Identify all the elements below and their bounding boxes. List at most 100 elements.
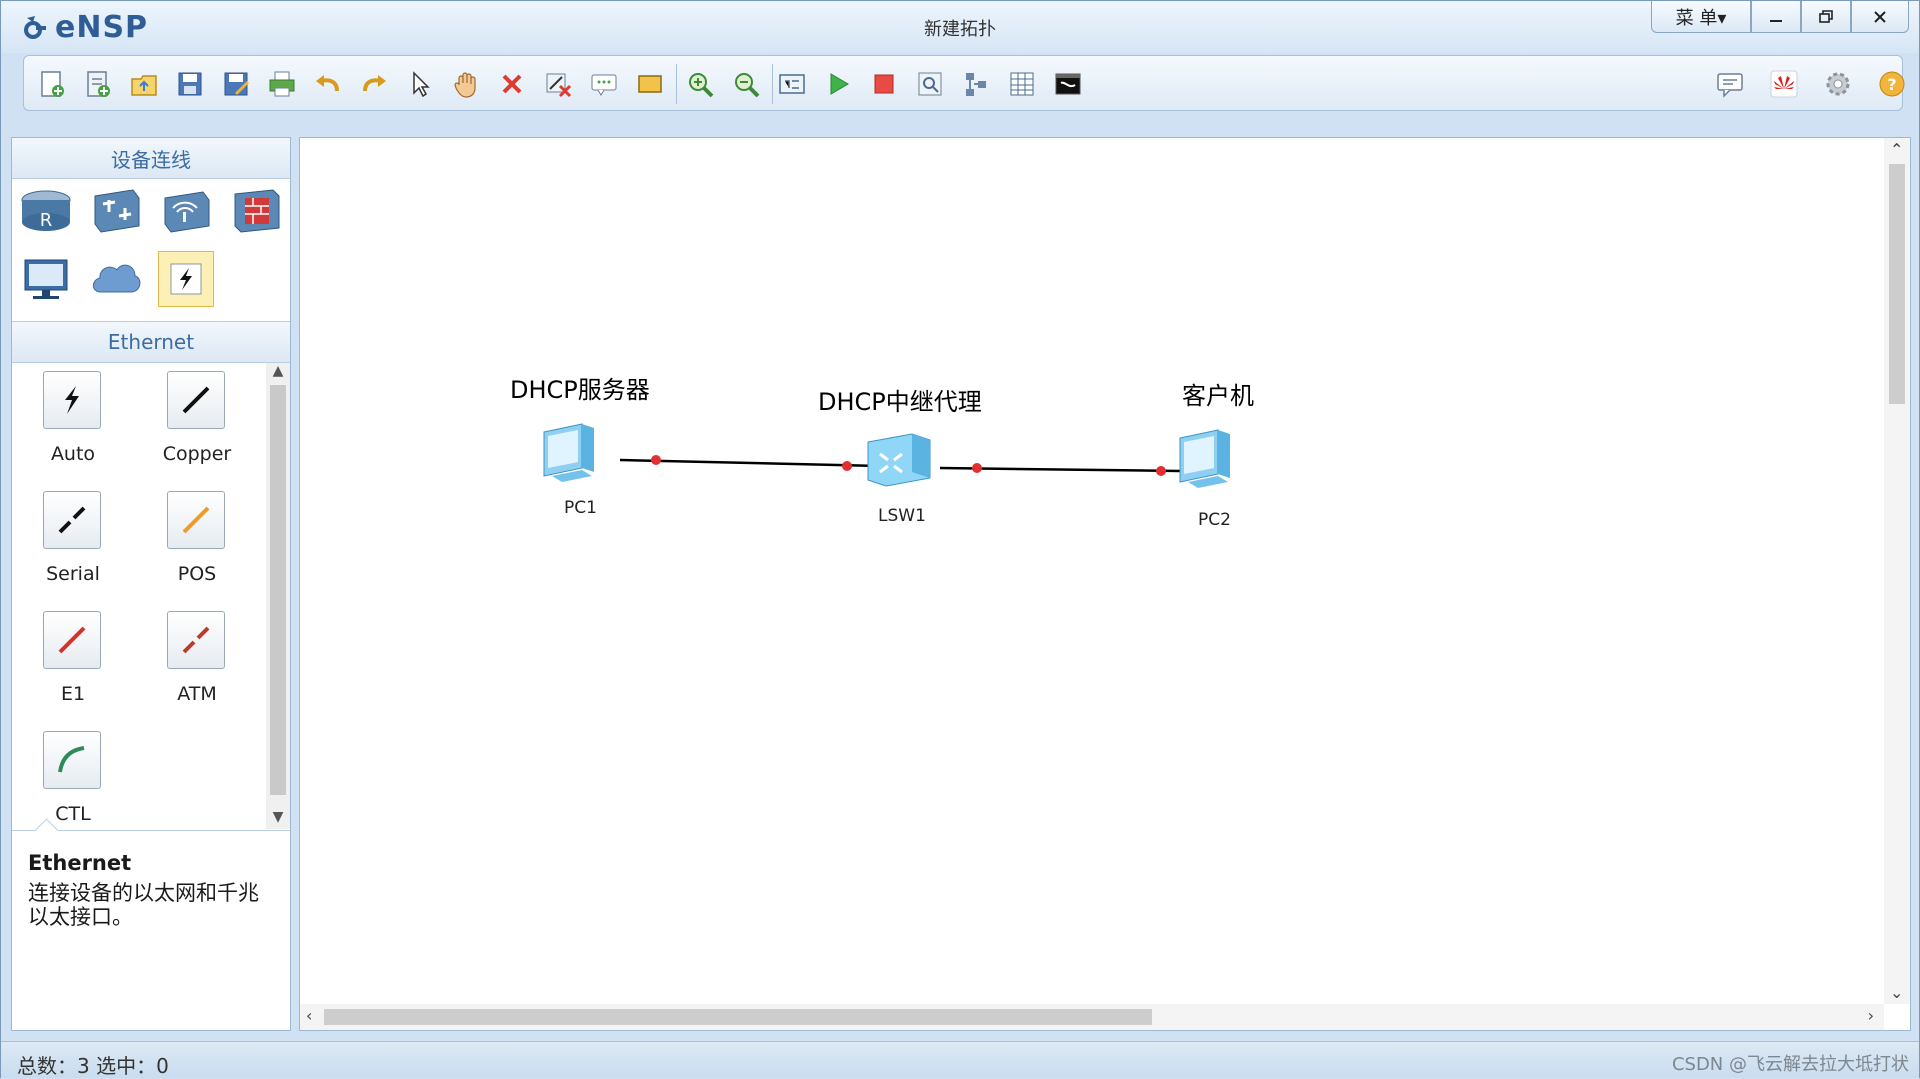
print-icon[interactable] [266,68,298,100]
cable-item-atm[interactable]: ATM [142,603,252,713]
pc1-device-icon[interactable] [543,423,594,482]
chat-icon[interactable] [1714,68,1746,100]
cable-item-pos[interactable]: POS [142,483,252,593]
restore-button[interactable] [1801,1,1851,33]
settings-icon[interactable] [1822,68,1854,100]
cable-item-ctl[interactable]: CTL [18,723,128,829]
switch-icon[interactable] [88,183,144,239]
zoom-out-icon[interactable] [730,68,762,100]
copper-cable-icon [167,371,225,429]
window-controls: 菜 单▾ [1651,1,1909,33]
rectangle-icon[interactable] [634,68,666,100]
minimize-button[interactable] [1751,1,1801,33]
close-icon [1874,10,1886,23]
topology-canvas[interactable]: DHCP服务器 PC1 DHCP中继代理 LSW1 客户机 PC2 ⌃ ⌄ ‹ … [299,137,1911,1031]
scroll-right-icon[interactable]: › [1868,1006,1874,1025]
text-note-icon[interactable] [588,68,620,100]
open-icon[interactable] [128,68,160,100]
cable-label: Copper [162,443,232,465]
description-title: Ethernet [28,851,132,875]
wireless-icon[interactable] [158,183,214,239]
minimize-icon [1770,19,1782,22]
save-as-icon[interactable] [220,68,252,100]
app-window: eNSP 新建拓扑 菜 单▾ ? 设备连线 R Ethernet Auto Co… [0,0,1920,1078]
capture-icon[interactable] [914,68,946,100]
toolbar-separator [772,64,773,104]
node-label[interactable]: DHCP中继代理 [818,382,982,417]
fit-view-icon[interactable] [776,68,808,100]
ctl-cable-icon [43,731,101,789]
terminal-icon[interactable] [1052,68,1084,100]
canvas-horizontal-scrollbar[interactable]: ‹ › [300,1004,1884,1030]
node-name[interactable]: LSW1 [878,506,926,526]
cloud-icon[interactable] [88,251,144,307]
redo-icon[interactable] [358,68,390,100]
undo-icon[interactable] [312,68,344,100]
restore-icon [1819,9,1833,23]
cable-item-auto[interactable]: Auto [18,363,128,473]
topology-icon[interactable] [960,68,992,100]
cable-label: Serial [46,563,100,585]
topology-links [543,423,1230,488]
cable-label: E1 [60,683,86,705]
node-name[interactable]: PC1 [564,498,597,518]
pan-hand-icon[interactable] [450,68,482,100]
delete-icon[interactable] [496,68,528,100]
scrollbar-thumb[interactable] [1889,164,1905,404]
status-bar: 总数：3 选中：0 CSDN @飞云解去拉大坻打状 [1,1041,1919,1078]
cable-list: Auto Copper Serial POS E1 ATM CTL ▲ ▼ [12,363,290,829]
delete-link-icon[interactable] [542,68,574,100]
section-title-devices: 设备连线 [12,138,290,179]
toolbar: ? [23,55,1905,111]
scroll-up-icon[interactable]: ⌃ [1890,140,1903,159]
scroll-up-icon[interactable]: ▲ [266,363,290,383]
device-panel: 设备连线 R Ethernet Auto Copper Serial POS E… [11,137,291,1031]
close-button[interactable] [1851,1,1909,33]
port-dot [1156,466,1166,476]
zoom-in-icon[interactable] [684,68,716,100]
svg-text:?: ? [1887,75,1896,94]
pc-icon[interactable] [18,251,74,307]
save-icon[interactable] [174,68,206,100]
scroll-left-icon[interactable]: ‹ [306,1006,312,1025]
description-box: Ethernet 连接设备的以太网和千兆以太接口。 [12,818,290,1030]
help-icon[interactable]: ? [1876,68,1908,100]
node-label[interactable]: DHCP服务器 [510,370,650,405]
cable-label: ATM [177,683,217,705]
router-icon[interactable]: R [18,183,74,239]
node-label[interactable]: 客户机 [1182,376,1254,411]
cable-item-copper[interactable]: Copper [142,363,252,473]
device-category-grid: R [12,179,290,322]
cable-icon[interactable] [158,251,214,307]
canvas-vertical-scrollbar[interactable]: ⌃ ⌄ [1884,138,1910,1004]
cable-item-e1[interactable]: E1 [18,603,128,713]
grid-icon[interactable] [1006,68,1038,100]
auto-cable-icon [43,371,101,429]
pc2-device-icon[interactable] [1179,429,1230,488]
scroll-down-icon[interactable]: ⌄ [1890,983,1903,1002]
scrollbar-thumb[interactable] [270,385,286,795]
toolbar-separator [676,64,677,104]
scrollbar-thumb[interactable] [324,1009,1152,1025]
lsw1-device-icon[interactable] [867,433,931,487]
cable-list-scrollbar[interactable]: ▲ ▼ [266,363,290,829]
scroll-down-icon[interactable]: ▼ [266,809,290,829]
watermark: CSDN @飞云解去拉大坻打状 [1671,1054,1909,1075]
menu-button[interactable]: 菜 单▾ [1651,1,1751,33]
section-title-ethernet: Ethernet [12,322,290,363]
huawei-icon[interactable] [1768,68,1800,100]
e1-cable-icon [43,611,101,669]
new-lab-icon[interactable] [82,68,114,100]
node-name[interactable]: PC2 [1198,510,1231,530]
cable-item-serial[interactable]: Serial [18,483,128,593]
start-device-icon[interactable] [822,68,854,100]
new-topology-icon[interactable] [36,68,68,100]
select-icon[interactable] [404,68,436,100]
serial-cable-icon [43,491,101,549]
pos-cable-icon [167,491,225,549]
description-body: 连接设备的以太网和千兆以太接口。 [28,881,259,929]
port-dot [651,455,661,465]
stop-device-icon[interactable] [868,68,900,100]
window-title: 新建拓扑 [924,19,996,40]
firewall-icon[interactable] [228,183,284,239]
